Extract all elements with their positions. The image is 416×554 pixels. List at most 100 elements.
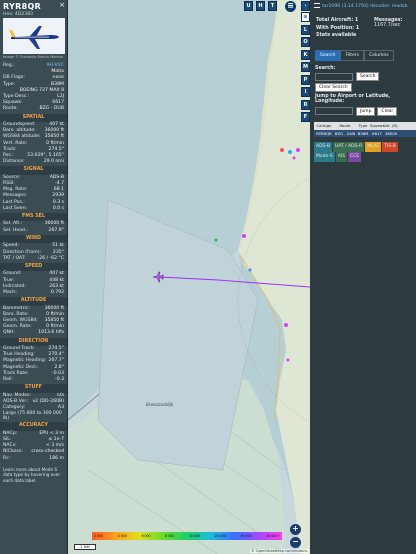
map-side-button-f[interactable]: F: [301, 112, 310, 122]
detail-label: Last Seen:: [3, 205, 28, 211]
panel-tabs: Search Filters Columns: [310, 50, 416, 61]
map-side-button-o[interactable]: O: [301, 37, 310, 47]
jump-button[interactable]: Jump: [356, 106, 376, 116]
cell-alt: 36000: [384, 130, 398, 136]
altitude-tick: 30 000: [240, 534, 252, 538]
aircraft-photo[interactable]: [3, 18, 65, 54]
column-header[interactable]: Alt. (ft): [384, 122, 398, 130]
detail-value: 1013.6 hPa: [38, 330, 64, 336]
tab-search[interactable]: Search: [315, 50, 341, 61]
source-legend: ADS-B UAT / ADS-R MLAT TIS-B Mode-S AIS CCE: [310, 141, 416, 162]
tab-columns[interactable]: Columns: [363, 50, 394, 61]
detail-row: TAT / OAT: -26 / -62 °C: [0, 256, 67, 262]
detail-row: Mach: 0.792: [0, 290, 67, 296]
with-position: With Position: 1: [316, 26, 360, 31]
detail-value: 186 m: [49, 455, 64, 461]
altitude-tick: 20 000: [214, 534, 226, 538]
section-title-accuracy[interactable]: ACCURACY: [0, 422, 67, 431]
section-title-direction[interactable]: DIRECTION: [0, 337, 67, 347]
detail-row: Last Seen: 0.0 s: [0, 206, 67, 212]
altitude-tick: 4 000: [117, 534, 127, 538]
app-root: RYR8QR Hex: 4D2383 × Image © Florencio M…: [0, 0, 416, 554]
detail-value: 0.792: [50, 289, 64, 295]
aircraft-table: Callsign Route Type Squawk Alt. (ft) RYR8QR B…: [314, 121, 416, 137]
map-side-button-p[interactable]: P: [301, 74, 310, 85]
map-side-button-m[interactable]: M: [301, 62, 310, 72]
map-side-buttons: › ⊙ L O K M P I R F: [301, 1, 310, 125]
source-chip: TIS-B: [382, 141, 398, 152]
place-label: Breezanddijk: [146, 402, 174, 407]
tab-filters[interactable]: Filters: [340, 50, 364, 61]
zoom-in-button[interactable]: +: [290, 524, 301, 535]
cell-callsign: RYR8QR: [316, 130, 332, 136]
callsign: RYR8QR: [3, 2, 42, 11]
column-header[interactable]: Squawk: [370, 122, 385, 130]
table-row[interactable]: RYR8QR BZG - DUB B38M 6617 36000: [314, 129, 416, 137]
route-row: Route: BZG - DUB: [0, 106, 67, 112]
detail-sections: SPATIAL Groundspeed: 407 kt Baro. altitude:…: [0, 113, 67, 484]
section-title-signal[interactable]: SIGNAL: [0, 166, 67, 175]
jump-input[interactable]: [315, 107, 353, 116]
stats-link[interactable]: Stats available: [316, 33, 359, 38]
altitude-tick: 2 000: [94, 534, 104, 538]
detail-value: 29.0 nmi: [43, 159, 64, 165]
cell-type: B38M: [357, 130, 369, 136]
stats-row: Total Aircraft: 1 With Position: 1 Stats…: [310, 9, 416, 38]
aircraft-header: RYR8QR Hex: 4D2383 ×: [0, 0, 67, 17]
map-side-button-l[interactable]: L: [301, 24, 310, 35]
table-header: Callsign Route Type Squawk Alt. (ft): [314, 121, 416, 130]
version-header: tar1090 (3.14.1793) decoder: readsb: [310, 0, 416, 9]
clear-search-button[interactable]: Clear Search: [315, 83, 352, 92]
cell-squawk: 6617: [372, 130, 382, 136]
altitude-legend: 2 000 4 000 6 000 8 000 10 000 20 000 30 000 40…: [92, 532, 282, 540]
detail-row: QNH: 1013.6 hPa: [0, 330, 67, 336]
map-area[interactable]: U H T ≡ › ⊙ L O K M P I R F Breezanddijk + − 2 0…: [68, 0, 310, 554]
altitude-tick: 8 000: [165, 534, 175, 538]
map-side-button-r[interactable]: R: [301, 99, 310, 110]
search-input[interactable]: [315, 72, 353, 81]
section-title-altitude[interactable]: ALTITUDE: [0, 297, 67, 306]
altitude-ticks: 2 000 4 000 6 000 8 000 10 000 20 000 30 000 40…: [92, 532, 282, 540]
detail-label: Roll:: [3, 377, 13, 382]
detail-label: Sel. Head.:: [3, 227, 28, 233]
source-chip: UAT / ADS-R: [332, 141, 365, 152]
detail-label: Distance:: [3, 159, 25, 165]
altitude-tick: 40 000+: [266, 534, 280, 538]
map-side-button-k[interactable]: K: [301, 49, 310, 60]
source-chip: AIS: [335, 151, 348, 162]
search-button[interactable]: Search: [356, 72, 380, 81]
altitude-tick: 6 000: [141, 534, 151, 538]
layers-icon[interactable]: ≡: [285, 1, 296, 12]
map-h-button[interactable]: H: [256, 1, 265, 11]
side-button-stack: ⊙ L O K M P I R F: [301, 12, 310, 122]
map-side-button-i[interactable]: I: [301, 87, 310, 97]
photo-credit: Image © Florencio Martin Molinar: [3, 55, 64, 59]
search-label: Search:: [315, 66, 336, 71]
toggle-sidebar-button[interactable]: ›: [301, 1, 310, 11]
detail-value: 0.0 s: [52, 205, 64, 211]
aircraft-details-panel: RYR8QR Hex: 4D2383 × Image © Florencio M…: [0, 0, 68, 554]
detail-value: -0.3: [55, 377, 64, 382]
detail-value: 267.9°: [48, 227, 64, 233]
map-canvas: [68, 0, 310, 554]
column-header[interactable]: Type: [356, 122, 370, 130]
type-label: Type:: [3, 81, 16, 87]
column-header[interactable]: Route: [334, 122, 356, 130]
map-u-button[interactable]: U: [244, 1, 253, 11]
map-t-button[interactable]: T: [268, 1, 277, 11]
attribution: © OpenStreetMap contributors.: [250, 549, 309, 553]
route-label: Route:: [3, 106, 18, 112]
airplane-photo-icon: [3, 18, 65, 54]
zoom-out-button[interactable]: −: [290, 537, 301, 548]
section-title-spatial[interactable]: SPATIAL: [0, 113, 67, 122]
map-side-button-⊙[interactable]: ⊙: [301, 12, 310, 22]
source-chip: Mode-S: [314, 151, 335, 162]
clear-jump-button[interactable]: Clear: [377, 106, 398, 116]
menu-icon[interactable]: [314, 3, 320, 8]
version-info[interactable]: tar1090 (3.14.1793) decoder: readsb: [322, 4, 407, 9]
section-title-stuff[interactable]: STUFF: [0, 384, 67, 393]
detail-label: TAT / OAT:: [3, 255, 26, 261]
column-header[interactable]: Callsign: [314, 122, 334, 130]
close-icon[interactable]: ×: [59, 1, 65, 9]
detail-row: Roll: -0.3: [0, 377, 67, 383]
